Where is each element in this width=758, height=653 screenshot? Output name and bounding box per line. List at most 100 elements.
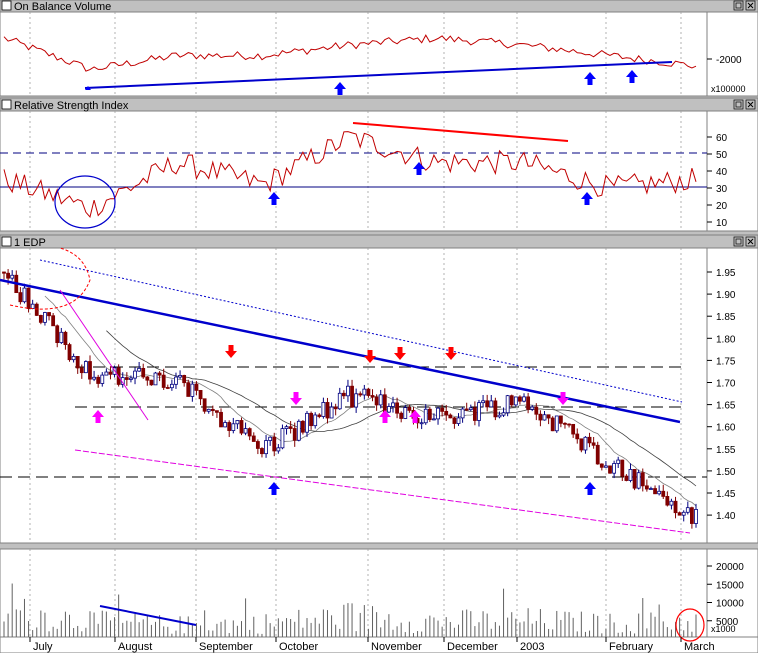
candle-body <box>145 376 150 381</box>
price-title: 1 EDP <box>14 237 46 249</box>
tick-label: 40 <box>716 167 728 178</box>
candle-body <box>149 379 154 386</box>
candle-body <box>215 410 219 413</box>
candle-body <box>403 407 408 419</box>
candle-body <box>301 420 305 433</box>
volume-panel <box>0 548 758 653</box>
candle-body <box>235 420 240 425</box>
candle-body <box>6 272 10 279</box>
candle-body <box>75 356 80 369</box>
candle-body <box>649 488 653 490</box>
candle-body <box>628 469 633 481</box>
candle-body <box>604 465 608 468</box>
candle-body <box>47 312 51 317</box>
candle-body <box>190 383 195 397</box>
candle-body <box>624 475 629 481</box>
candle-body <box>321 402 326 417</box>
month-label: September <box>199 641 253 653</box>
candle-body <box>341 392 346 397</box>
candle-body <box>612 463 617 474</box>
candle-body <box>79 367 84 374</box>
candle-body <box>10 274 15 279</box>
candle-body <box>661 490 666 497</box>
candle-body <box>202 398 207 412</box>
candle-body <box>362 388 367 396</box>
candle-body <box>18 292 23 303</box>
candle-body <box>333 406 338 410</box>
candle-body <box>579 438 584 451</box>
candle-body <box>378 394 383 406</box>
candle-body <box>317 414 322 417</box>
candle-body <box>129 377 133 380</box>
candle-body <box>444 410 449 416</box>
candle-body <box>313 414 318 427</box>
candle-body <box>26 287 31 309</box>
candle-body <box>51 315 56 327</box>
candle-body <box>567 423 571 426</box>
candle-body <box>153 372 158 386</box>
candle-body <box>657 490 662 495</box>
candle-body <box>198 389 203 400</box>
candle-body <box>419 422 424 425</box>
candle-body <box>194 383 199 391</box>
candle-body <box>329 406 334 419</box>
candle-body <box>59 331 64 344</box>
candle-body <box>161 374 166 388</box>
candle-body <box>587 436 592 444</box>
candle-body <box>182 375 187 384</box>
candle-body <box>485 400 490 408</box>
tick-label: 1.40 <box>716 511 736 522</box>
candle-body <box>346 385 350 397</box>
candle-body <box>186 382 191 397</box>
candle-body <box>534 406 539 415</box>
tick-label: 10 <box>716 218 728 229</box>
candle-body <box>522 396 526 402</box>
restore-icon[interactable] <box>733 236 744 247</box>
month-label: 2003 <box>520 641 544 653</box>
tick-label: 1.95 <box>716 268 736 279</box>
candle-body <box>452 417 457 424</box>
candle-body <box>63 331 68 345</box>
candle-body <box>399 412 404 419</box>
candle-body <box>538 413 543 421</box>
candle-body <box>620 459 625 477</box>
candle-body <box>497 414 502 418</box>
candle-body <box>513 396 518 406</box>
candle-body <box>673 500 678 514</box>
candle-body <box>92 376 96 380</box>
candle-body <box>239 420 244 434</box>
month-label: November <box>371 641 422 653</box>
candle-body <box>67 344 72 361</box>
candle-body <box>137 367 142 372</box>
restore-icon[interactable] <box>733 0 744 11</box>
obv-panel <box>0 0 758 97</box>
candle-body <box>571 423 576 435</box>
candle-body <box>96 376 101 384</box>
candle-body <box>354 393 359 408</box>
tick-label: 20 <box>716 201 728 212</box>
candle-body <box>382 394 387 413</box>
candle-body <box>448 414 453 419</box>
tick-label: 1.60 <box>716 423 736 434</box>
candle-body <box>427 408 432 421</box>
tick-label: 1.50 <box>716 467 736 478</box>
candle-body <box>268 436 273 441</box>
tick-label: 60 <box>716 133 728 144</box>
candle-body <box>251 435 256 442</box>
candle-body <box>518 396 522 402</box>
candle-body <box>305 412 309 433</box>
candle-body <box>386 406 391 413</box>
candle-body <box>288 426 293 429</box>
candle-body <box>358 393 363 396</box>
candle-body <box>227 422 232 431</box>
tick-label: 30 <box>716 184 728 195</box>
candle-body <box>563 422 567 425</box>
candle-body <box>550 417 555 432</box>
candle-body <box>219 411 223 428</box>
candle-body <box>223 422 228 428</box>
candle-body <box>231 423 236 431</box>
candle-body <box>22 287 27 303</box>
candle-body <box>350 385 354 408</box>
restore-icon[interactable] <box>733 99 744 110</box>
candle-body <box>694 509 698 524</box>
